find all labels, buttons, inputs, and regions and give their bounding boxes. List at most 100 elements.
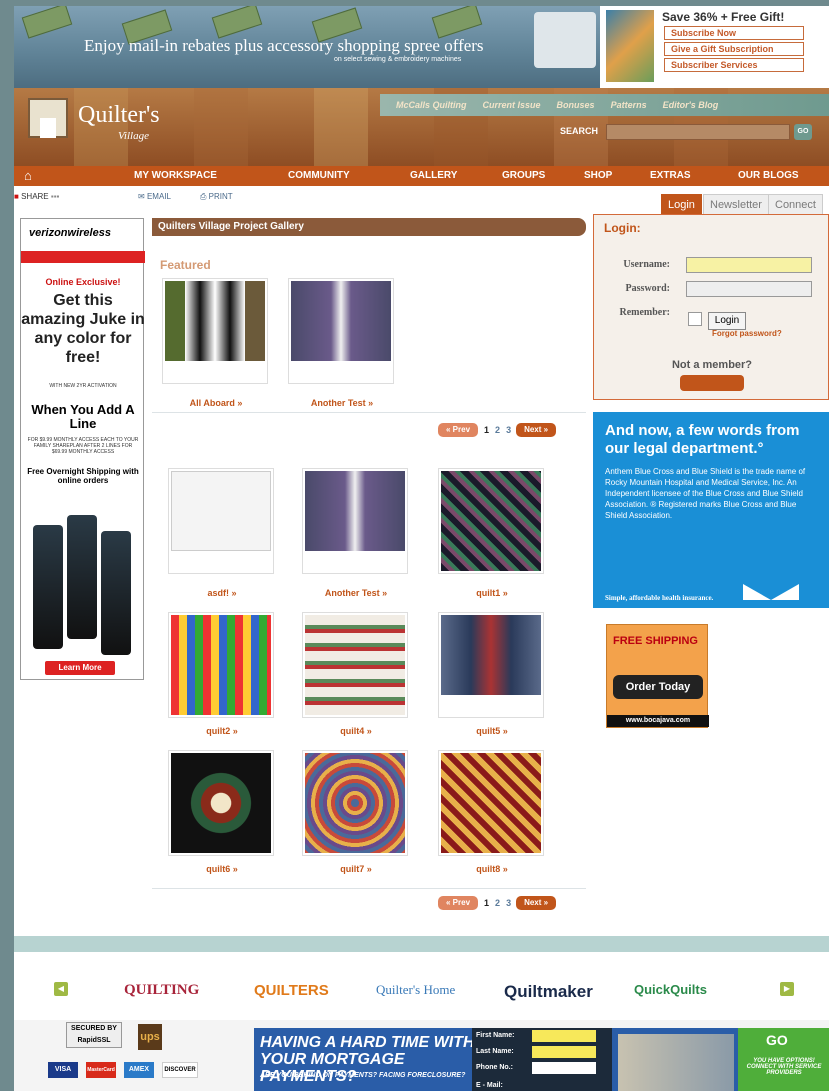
gift-subscription-link[interactable]: Give a Gift Subscription	[664, 42, 804, 56]
remember-checkbox[interactable]	[688, 312, 702, 326]
learn-more-button[interactable]: Learn More	[45, 661, 115, 675]
search-go-button[interactable]: GO	[794, 124, 812, 140]
featured-title[interactable]: All Aboard »	[156, 398, 276, 408]
magazine-cover-image[interactable]	[606, 10, 654, 82]
nav-groups[interactable]: GROUPS	[502, 170, 545, 181]
home-icon[interactable]: ⌂	[24, 168, 32, 183]
subscriber-services-link[interactable]: Subscriber Services	[664, 58, 804, 72]
share-button[interactable]: ■ SHARE ▪▪▪	[14, 192, 59, 201]
carousel-right-icon[interactable]: ▶	[780, 982, 794, 996]
carousel-left-icon[interactable]: ◀	[54, 982, 68, 996]
gallery-item-title[interactable]: quilt2 »	[162, 726, 282, 736]
screenshot-thumbnail	[171, 471, 271, 551]
verizon-exclusive: Online Exclusive!	[45, 277, 121, 287]
gallery-card[interactable]	[438, 750, 544, 856]
gallery-card[interactable]	[168, 468, 274, 574]
gallery-card[interactable]	[302, 612, 408, 718]
nav-our-blogs[interactable]: OUR BLOGS	[738, 170, 799, 181]
next-button[interactable]: Next »	[516, 896, 557, 910]
nav-bonuses[interactable]: Bonuses	[557, 100, 595, 110]
nav-patterns[interactable]: Patterns	[611, 100, 647, 110]
prev-button[interactable]: « Prev	[438, 423, 479, 437]
gallery-item-title[interactable]: quilt1 »	[432, 588, 552, 598]
mortgage-go-button[interactable]: GO	[766, 1032, 788, 1048]
featured-card[interactable]	[162, 278, 268, 384]
forgot-password-link[interactable]: Forgot password?	[712, 327, 812, 341]
gallery-card[interactable]	[302, 750, 408, 856]
quilt-thumbnail	[305, 615, 405, 715]
bluecross-ad[interactable]: And now, a few words from our legal depa…	[593, 412, 829, 608]
page-1[interactable]: 1	[484, 898, 489, 908]
email-link[interactable]: ✉ EMAIL	[138, 192, 171, 201]
footer-bar	[14, 936, 829, 952]
gallery-card[interactable]	[438, 612, 544, 718]
rapidssl-badge[interactable]: SECURED BY RapidSSL	[66, 1022, 122, 1048]
logo-quilters[interactable]: QUILTERS	[254, 982, 329, 999]
logo-quilting[interactable]: QUILTING	[124, 982, 199, 999]
magazine-ad: Save 36% + Free Gift! Subscribe Now Give…	[600, 6, 829, 88]
gallery-item-title[interactable]: quilt8 »	[432, 864, 552, 874]
tab-login[interactable]: Login	[661, 194, 702, 214]
page-2[interactable]: 2	[495, 898, 500, 908]
nav-editors-blog[interactable]: Editor's Blog	[663, 100, 719, 110]
nav-extras[interactable]: EXTRAS	[650, 170, 691, 181]
order-today-button[interactable]: Order Today	[613, 675, 703, 699]
page-2[interactable]: 2	[495, 425, 500, 435]
username-input[interactable]	[686, 257, 812, 273]
nav-mccalls-quilting[interactable]: McCalls Quilting	[396, 100, 467, 110]
nav-current-issue[interactable]: Current Issue	[483, 100, 541, 110]
gallery-card[interactable]	[168, 612, 274, 718]
password-input[interactable]	[686, 281, 812, 297]
page-3[interactable]: 3	[506, 898, 511, 908]
mortgage-go-panel[interactable]: GO YOU HAVE OPTIONS! CONNECT WITH SERVIC…	[738, 1028, 829, 1091]
rebate-banner-ad[interactable]: Enjoy mail-in rebates plus accessory sho…	[14, 6, 600, 88]
page-3[interactable]: 3	[506, 425, 511, 435]
featured-title[interactable]: Another Test »	[282, 398, 402, 408]
gallery-item-title[interactable]: asdf! »	[162, 588, 282, 598]
header-texture	[314, 88, 368, 170]
join-button[interactable]	[680, 375, 744, 391]
tab-newsletter[interactable]: Newsletter	[703, 194, 769, 214]
gallery-item-title[interactable]: quilt7 »	[296, 864, 416, 874]
magazine-headline: Save 36% + Free Gift!	[662, 10, 785, 24]
nav-community[interactable]: COMMUNITY	[288, 170, 350, 181]
gallery-item-title[interactable]: quilt6 »	[162, 864, 282, 874]
gallery-card[interactable]	[438, 468, 544, 574]
site-name[interactable]: Quilter's	[78, 102, 160, 129]
gallery-card[interactable]	[302, 468, 408, 574]
next-button[interactable]: Next »	[516, 423, 557, 437]
first-name-input[interactable]	[532, 1030, 596, 1042]
featured-card[interactable]	[288, 278, 394, 384]
phone-input[interactable]	[532, 1062, 596, 1074]
logo-quickquilts[interactable]: QuickQuilts	[634, 982, 707, 997]
bluecross-headline: And now, a few words from our legal depa…	[605, 422, 800, 457]
logo-quiltmaker[interactable]: Quiltmaker	[504, 982, 593, 1002]
quilt-thumbnail	[171, 615, 271, 715]
gallery-item-title[interactable]: quilt4 »	[296, 726, 416, 736]
mortgage-ad[interactable]: HAVING A HARD TIME WITH YOUR MORTGAGE PA…	[254, 1028, 829, 1091]
header-texture	[194, 88, 248, 170]
pager-bottom: « Prev 1 2 3 Next »	[438, 896, 557, 910]
logo-quilters-home[interactable]: Quilter's Home	[376, 982, 455, 998]
tab-connect[interactable]: Connect	[768, 194, 823, 214]
last-name-input[interactable]	[532, 1046, 596, 1058]
bocajava-ad[interactable]: FREE SHIPPING Order Today www.bocajava.c…	[606, 624, 709, 728]
nav-my-workspace[interactable]: MY WORKSPACE	[134, 170, 217, 181]
nav-shop[interactable]: SHOP	[584, 170, 612, 181]
verizon-ad[interactable]: verizonwireless Online Exclusive! Get th…	[20, 218, 145, 680]
money-graphic	[431, 6, 483, 39]
gallery-item-title[interactable]: Another Test »	[296, 588, 416, 598]
verizon-logo: verizonwireless	[29, 227, 111, 239]
page-1[interactable]: 1	[484, 425, 489, 435]
print-link[interactable]: ⎙ PRINT	[200, 192, 233, 202]
prev-button[interactable]: « Prev	[438, 896, 479, 910]
gallery-card[interactable]	[168, 750, 274, 856]
bluecross-logo	[743, 584, 799, 600]
subscribe-now-link[interactable]: Subscribe Now	[664, 26, 804, 40]
photo-thumbnail	[305, 471, 405, 551]
nav-gallery[interactable]: GALLERY	[410, 170, 457, 181]
search-input[interactable]	[606, 124, 790, 140]
gallery-item-title[interactable]: quilt5 »	[432, 726, 552, 736]
verizon-fine-print: WITH NEW 2YR ACTIVATION	[49, 383, 117, 389]
username-label: Username:	[623, 259, 670, 270]
